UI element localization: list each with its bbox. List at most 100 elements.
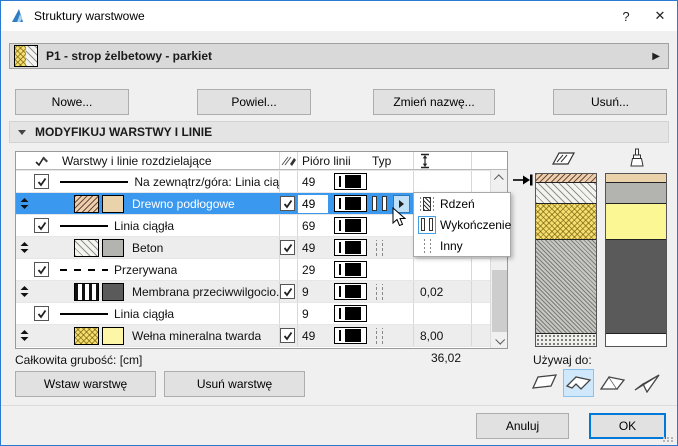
handle-cell[interactable] bbox=[16, 325, 34, 346]
checkbox-checked[interactable] bbox=[280, 196, 295, 211]
pen-preview[interactable] bbox=[334, 305, 367, 322]
pen-number[interactable]: 49 bbox=[298, 237, 334, 258]
hatch-visible-cell[interactable] bbox=[280, 237, 298, 258]
remove-layer-button[interactable]: Usuń warstwę bbox=[164, 371, 305, 397]
table-row[interactable]: Linia ciągła 9 bbox=[16, 302, 507, 324]
table-row[interactable]: Membrana przeciwwilgocio... 9 0,02 bbox=[16, 280, 507, 302]
rename-button[interactable]: Zmień nazwę... bbox=[373, 89, 495, 115]
table-row[interactable]: Na zewnątrz/góra: Linia ciągła 49 bbox=[16, 170, 507, 192]
type-cell[interactable] bbox=[368, 193, 414, 214]
pen-number[interactable]: 49 bbox=[298, 171, 334, 192]
reorder-handle-icon[interactable] bbox=[20, 242, 29, 253]
checkbox-checked[interactable] bbox=[280, 328, 295, 343]
type-cell[interactable] bbox=[368, 281, 414, 302]
pen-color-cell[interactable] bbox=[334, 325, 368, 346]
checkbox-checked[interactable] bbox=[34, 174, 49, 189]
pen-preview[interactable] bbox=[334, 261, 367, 278]
pen-preview[interactable] bbox=[334, 327, 367, 344]
line-visible-cell[interactable] bbox=[34, 215, 58, 236]
help-button[interactable]: ? bbox=[609, 1, 643, 31]
handle-cell[interactable] bbox=[16, 281, 34, 302]
scroll-down-button[interactable] bbox=[491, 332, 507, 348]
material-name-cell[interactable]: Membrana przeciwwilgocio... bbox=[58, 281, 280, 302]
pen-number[interactable]: 9 bbox=[298, 281, 334, 302]
handle-cell[interactable] bbox=[16, 237, 34, 258]
menu-item-core[interactable]: Rdzeń bbox=[414, 193, 510, 214]
checkbox-checked[interactable] bbox=[280, 284, 295, 299]
cancel-button[interactable]: Anuluj bbox=[476, 413, 569, 439]
line-visible-cell[interactable] bbox=[34, 259, 58, 280]
table-row[interactable]: Wełna mineralna twarda 49 8,00 bbox=[16, 324, 507, 346]
close-button[interactable]: ✕ bbox=[643, 1, 677, 31]
checkbox-checked[interactable] bbox=[34, 262, 49, 277]
hatch-visible-cell[interactable] bbox=[280, 281, 298, 302]
pen-color-cell[interactable] bbox=[334, 237, 368, 258]
checkbox-checked[interactable] bbox=[34, 306, 49, 321]
composite-selector[interactable]: P1 - strop żelbetowy - parkiet ▶ bbox=[9, 43, 669, 69]
type-cell[interactable] bbox=[368, 237, 414, 258]
reorder-handle-icon[interactable] bbox=[20, 198, 29, 209]
pen-color-cell[interactable] bbox=[334, 281, 368, 302]
hatch-visible-cell[interactable] bbox=[280, 325, 298, 346]
material-name-cell[interactable]: Beton bbox=[58, 237, 280, 258]
pen-color-cell[interactable] bbox=[334, 303, 368, 324]
table-row[interactable]: Przerywana 29 bbox=[16, 258, 507, 280]
delete-button[interactable]: Usuń... bbox=[553, 89, 667, 115]
material-hatch-swatch[interactable] bbox=[74, 238, 99, 257]
insert-layer-button[interactable]: Wstaw warstwę bbox=[15, 371, 156, 397]
reorder-handle-icon[interactable] bbox=[20, 286, 29, 297]
material-name-cell[interactable]: Wełna mineralna twarda bbox=[58, 325, 280, 346]
menu-item-finish[interactable]: Wykończenie bbox=[414, 214, 511, 235]
material-name-cell[interactable]: Drewno podłogowe bbox=[58, 193, 503, 214]
ok-button[interactable]: OK bbox=[589, 413, 666, 439]
pen-number[interactable]: 29 bbox=[298, 259, 334, 280]
pen-color-cell[interactable] bbox=[334, 215, 368, 236]
checkbox-checked[interactable] bbox=[280, 240, 295, 255]
pen-number[interactable]: 9 bbox=[298, 303, 334, 324]
pen-number-field[interactable]: 49 bbox=[298, 193, 334, 214]
pen-color-cell[interactable] bbox=[334, 259, 368, 280]
cut-fill-icon[interactable] bbox=[550, 150, 576, 168]
slab-icon[interactable] bbox=[563, 369, 594, 397]
cut-preview-column[interactable] bbox=[535, 173, 597, 347]
duplicate-button[interactable]: Powiel... bbox=[197, 89, 311, 115]
pen-preview[interactable] bbox=[334, 217, 367, 234]
material-color-swatch[interactable] bbox=[102, 282, 124, 301]
thickness-cell[interactable]: 8,00 bbox=[414, 325, 472, 346]
material-color-swatch[interactable] bbox=[102, 238, 124, 257]
roof-icon[interactable] bbox=[597, 369, 628, 397]
thickness-cell[interactable]: 0,02 bbox=[414, 281, 472, 302]
type-cell[interactable] bbox=[368, 325, 414, 346]
new-button[interactable]: Nowe... bbox=[15, 89, 129, 115]
pen-color-cell[interactable] bbox=[334, 193, 368, 214]
pen-preview[interactable] bbox=[334, 173, 367, 190]
pen-number[interactable]: 49 bbox=[298, 325, 334, 346]
wall-icon[interactable] bbox=[529, 369, 560, 397]
material-hatch-swatch[interactable] bbox=[74, 282, 99, 301]
pen-number-input[interactable]: 49 bbox=[298, 194, 328, 213]
material-hatch-swatch[interactable] bbox=[74, 326, 99, 345]
material-color-swatch[interactable] bbox=[102, 194, 124, 213]
pen-number[interactable]: 69 bbox=[298, 215, 334, 236]
menu-item-other[interactable]: Inny bbox=[414, 235, 510, 256]
material-color-swatch[interactable] bbox=[102, 326, 124, 345]
pen-preview[interactable] bbox=[334, 195, 367, 212]
reorder-handle-icon[interactable] bbox=[20, 330, 29, 341]
section-modify-layers[interactable]: MODYFIKUJ WARSTWY I LINIE bbox=[9, 121, 669, 143]
hatch-visible-cell[interactable] bbox=[280, 193, 298, 214]
material-hatch-swatch[interactable] bbox=[74, 194, 99, 213]
line-visible-cell[interactable] bbox=[34, 171, 58, 192]
resize-grip[interactable] bbox=[663, 437, 674, 442]
scrollbar-thumb[interactable] bbox=[492, 270, 507, 332]
pen-color-cell[interactable] bbox=[334, 171, 368, 192]
pen-preview[interactable] bbox=[334, 239, 367, 256]
checkbox-checked[interactable] bbox=[34, 218, 49, 233]
title-bar[interactable]: Struktury warstwowe ? ✕ bbox=[1, 1, 677, 31]
surface-preview-column[interactable] bbox=[605, 173, 667, 347]
pen-preview[interactable] bbox=[334, 283, 367, 300]
handle-cell[interactable] bbox=[16, 193, 34, 214]
surface-brush-icon[interactable] bbox=[629, 148, 645, 169]
shell-icon[interactable] bbox=[631, 369, 662, 397]
line-visible-cell[interactable] bbox=[34, 303, 58, 324]
scroll-up-button[interactable] bbox=[491, 170, 507, 187]
